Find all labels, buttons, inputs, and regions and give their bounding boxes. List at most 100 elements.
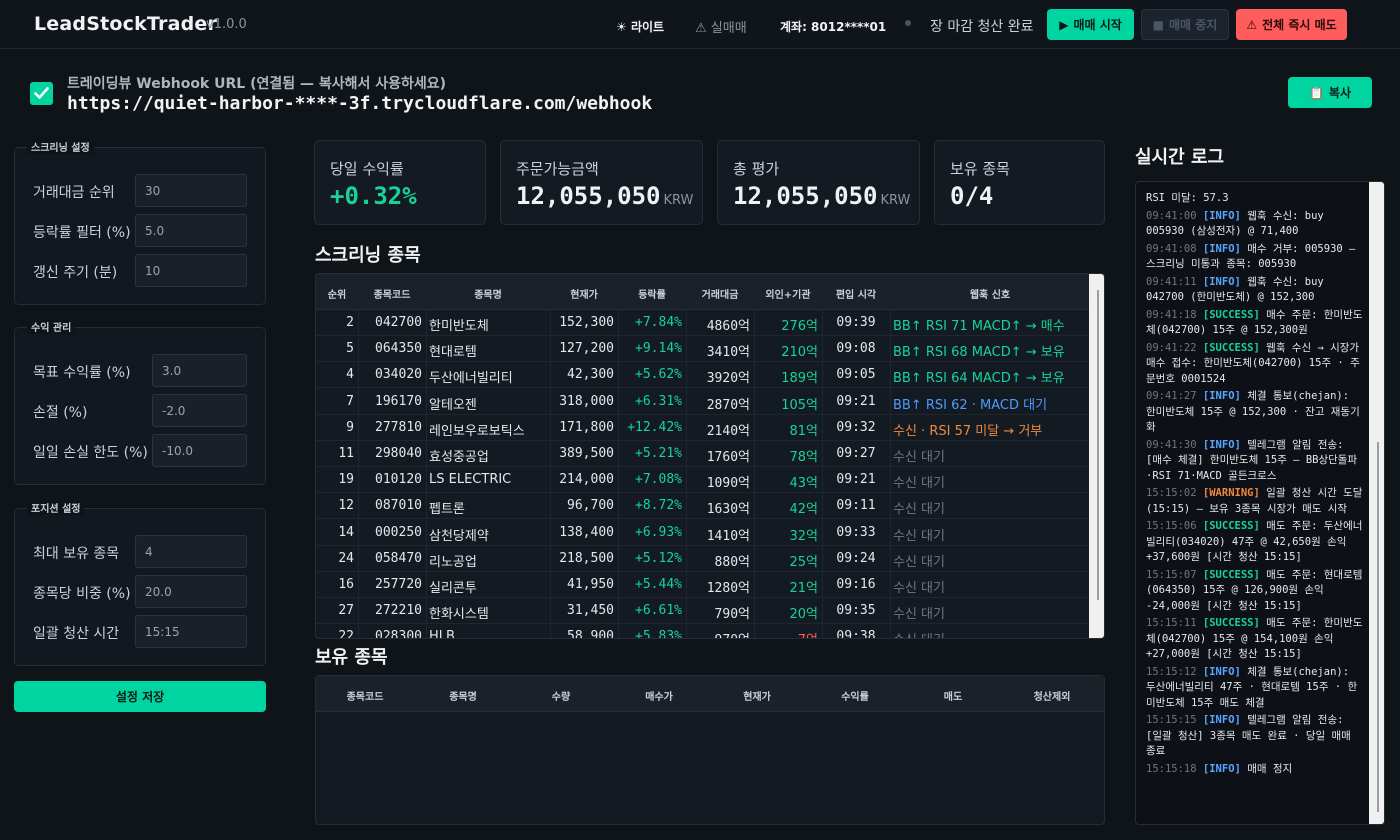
field-label: 갱신 주기 (분) [33, 265, 118, 281]
stop-trading-button[interactable]: ■ 매매 중지 [1141, 9, 1229, 40]
foreign-cell: 78억 [789, 450, 818, 465]
field-label: 일일 손실 한도 (%) [33, 445, 148, 461]
column-header[interactable]: 순위 [316, 286, 358, 301]
log-entry: 09:41:00 [INFO] 웹훅 수신: buy 005930 (삼성전자)… [1146, 209, 1364, 240]
log-timestamp: 15:15:06 [1146, 520, 1197, 532]
column-header[interactable]: 종목코드 [358, 286, 426, 301]
log-entry: 15:15:07 [SUCCESS] 매도 주문: 현대로템(064350) 1… [1146, 568, 1364, 615]
column-header[interactable]: 웹훅 신호 [890, 286, 1090, 301]
webhook-url[interactable]: https://quiet-harbor-****-3f.trycloudfla… [67, 93, 652, 114]
foreign-cell: 42억 [789, 502, 818, 518]
weight-per-stock-input[interactable]: 20.0 [135, 575, 247, 608]
foreign-cell: 20억 [789, 607, 818, 623]
code-cell: 257720 [375, 577, 422, 592]
change-cell: +5.44% [635, 577, 682, 592]
log-timestamp: 09:41:08 [1146, 242, 1197, 255]
log-timestamp: 15:15:02 [1146, 487, 1197, 499]
price-cell: 152,300 [559, 315, 614, 330]
change-cell: +5.21% [635, 446, 682, 461]
log-timestamp: 15:15:18 [1146, 762, 1197, 775]
copy-label: 복사 [1328, 86, 1352, 100]
liquidation-time-input[interactable]: 15:15 [135, 615, 247, 648]
webhook-connected-checkbox[interactable] [30, 82, 53, 105]
rank-cell: 4 [346, 367, 354, 383]
daily-loss-limit-input[interactable]: -10.0 [152, 434, 247, 467]
log-entry: 15:15:11 [SUCCESS] 매도 주문: 한미반도체(042700) … [1146, 616, 1364, 663]
rank-cell: 19 [338, 472, 354, 488]
column-header[interactable]: 매도 [904, 688, 1002, 703]
screening-scrollbar[interactable] [1089, 274, 1104, 638]
signal-cell: 수신 대기 [893, 450, 945, 465]
target-profit-input[interactable]: 3.0 [152, 354, 247, 387]
signal-cell: 수신 대기 [893, 629, 1090, 638]
column-header[interactable]: 청산제외 [1002, 688, 1102, 703]
column-header[interactable]: 현재가 [550, 286, 618, 301]
rank-cell: 11 [338, 446, 354, 461]
table-row[interactable]: 2 042700 한미반도체 152,300 +7.84% 4860억 276억 09:39 B… [316, 310, 1091, 336]
log-scrollbar[interactable] [1369, 182, 1384, 824]
name-cell: 한화시스템 [429, 607, 489, 623]
table-row[interactable]: 5 064350 현대로템 127,200 +9.14% 3410억 210억 09:08 BB… [316, 336, 1091, 363]
column-header[interactable]: 편입 시각 [822, 286, 890, 301]
volume-cell: 1410억 [706, 528, 750, 544]
table-row[interactable]: 11 298040 효성중공업 389,500 +5.21% 1760억 78억 09:27 수… [316, 441, 1091, 467]
table-row[interactable]: 9 277810 레인보우로보틱스 171,800 +12.42% 2140억 81억 09:… [316, 415, 1091, 441]
rank-cell: 2 [346, 315, 354, 330]
column-header[interactable]: 수량 [512, 688, 610, 703]
rank-cell: 24 [338, 550, 354, 566]
column-header[interactable]: 등락률 [618, 286, 686, 301]
column-header[interactable]: 매수가 [610, 688, 708, 703]
start-trading-button[interactable]: ▶ 매매 시작 [1047, 9, 1134, 40]
theme-toggle[interactable]: ☀ 라이트 [616, 18, 664, 35]
price-cell: 58,900 [567, 629, 614, 639]
price-cell: 171,800 [559, 419, 614, 435]
table-row[interactable]: 16 257720 실리콘투 41,950 +5.44% 1280억 21억 09:16 수신 … [316, 572, 1091, 598]
column-header[interactable]: 거래대금 [686, 286, 754, 301]
change-cell: +12.42% [627, 419, 682, 435]
volume-rank-input[interactable]: 30 [135, 174, 247, 207]
holdings-title: 보유 종목 [315, 647, 388, 668]
time-cell: 09:16 [836, 577, 876, 592]
log-level: [INFO] [1202, 665, 1241, 678]
log-entries: RSI 미달: 57.3 09:41:00 [INFO] 웹훅 수신: buy 0… [1146, 191, 1364, 779]
table-row[interactable]: 22 028300 HLB 58,900 +5.83% 970억 -7억 09:38 수신 대기 [316, 624, 1091, 639]
field-label: 최대 보유 종목 [33, 546, 120, 562]
log-timestamp: 09:41:22 [1146, 341, 1197, 354]
sell-all-button[interactable]: ⚠ 전체 즉시 매도 [1236, 9, 1347, 40]
code-cell: 277810 [375, 419, 422, 435]
column-header[interactable]: 종목명 [426, 286, 550, 301]
table-row[interactable]: 14 000250 삼천당제약 138,400 +6.93% 1410억 32억 09:33 수… [316, 520, 1091, 546]
time-cell: 09:39 [836, 315, 876, 330]
column-header[interactable]: 수익률 [806, 688, 904, 703]
table-row[interactable]: 24 058470 리노공업 218,500 +5.12% 880억 25억 09:24 수신 … [316, 546, 1091, 572]
table-row[interactable]: 27 272210 한화시스템 31,450 +6.61% 790억 20억 09:35 수신 … [316, 598, 1091, 625]
column-header[interactable]: 현재가 [708, 688, 806, 703]
table-row[interactable]: 12 087010 펩트론 96,700 +8.72% 1630억 42억 09:11 수신 대… [316, 493, 1091, 520]
table-row[interactable]: 19 010120 LS ELECTRIC 214,000 +7.08% 1090억 43억… [316, 467, 1091, 494]
log-panel: RSI 미달: 57.3 09:41:00 [INFO] 웹훅 수신: buy 0… [1135, 181, 1385, 825]
save-settings-button[interactable]: 설정 저장 [14, 681, 266, 712]
table-row[interactable]: 4 034020 두산에너빌리티 42,300 +5.62% 3920억 189억 09:05… [316, 362, 1091, 389]
log-timestamp: 09:41:27 [1146, 390, 1197, 402]
signal-cell: 수신 대기 [893, 554, 945, 570]
column-header[interactable]: 종목명 [414, 688, 512, 703]
column-header[interactable]: 외인+기관 [754, 286, 822, 301]
foreign-cell: 210억 [781, 345, 818, 361]
status-dot [905, 20, 911, 26]
price-cell: 389,500 [559, 446, 614, 461]
table-row[interactable]: 7 196170 알테오젠 318,000 +6.31% 2870억 105억 09:21 BB… [316, 389, 1091, 415]
change-filter-input[interactable]: 5.0 [135, 214, 247, 247]
column-header[interactable]: 종목코드 [316, 688, 414, 703]
start-trading-label: 매매 시작 [1073, 18, 1122, 32]
stat-label: 주문가능금액 [516, 160, 599, 178]
stop-loss-input[interactable]: -2.0 [152, 394, 247, 427]
max-holdings-input[interactable]: 4 [135, 535, 247, 568]
log-level: [INFO] [1202, 275, 1241, 288]
stat-label: 총 평가 [733, 160, 780, 178]
refresh-interval-input[interactable]: 10 [135, 254, 247, 287]
clipboard-icon: 📋 [1308, 85, 1324, 100]
log-level: [INFO] [1202, 714, 1241, 726]
screening-settings-title: 스크리닝 설정 [27, 139, 94, 154]
copy-url-button[interactable]: 📋 복사 [1288, 77, 1372, 108]
volume-cell: 970억 [686, 629, 750, 638]
